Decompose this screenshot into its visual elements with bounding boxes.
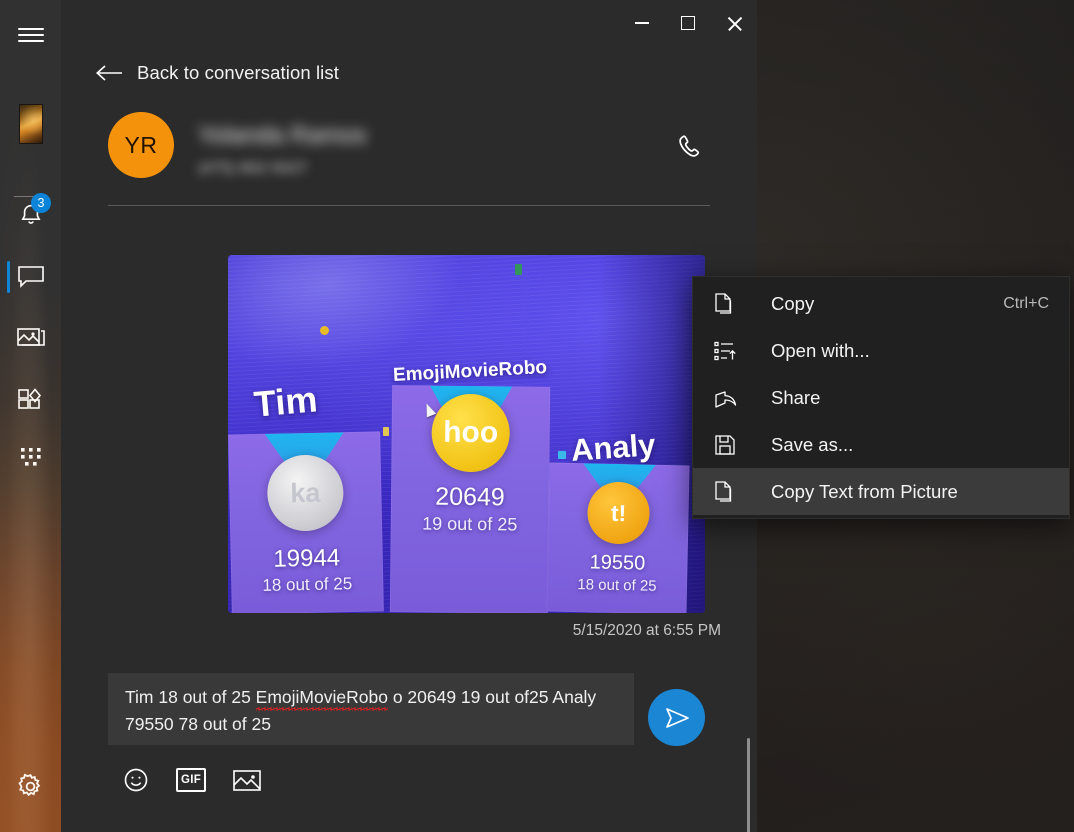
confetti-dot: [515, 264, 522, 275]
podium-score-3: 19550: [589, 551, 646, 575]
scrollbar-thumb[interactable]: [747, 738, 750, 832]
context-menu-label: Copy: [771, 292, 815, 314]
phone-icon: [675, 132, 705, 162]
confetti-dot: [558, 451, 566, 459]
sidebar-item-photos[interactable]: [0, 308, 61, 366]
sidebar-item-apps[interactable]: [0, 368, 61, 426]
sidebar-item-settings[interactable]: [0, 756, 61, 816]
sidebar-item-notifications[interactable]: 3: [0, 186, 61, 244]
back-label: Back to conversation list: [137, 62, 339, 83]
gif-icon[interactable]: GIF: [176, 768, 206, 792]
podium-subscore-3: 18 out of 25: [577, 576, 657, 595]
hamburger-menu-button[interactable]: [0, 8, 61, 60]
notifications-badge: 3: [31, 193, 51, 213]
apps-icon: [16, 384, 46, 411]
photos-icon: [16, 324, 46, 350]
open-with-icon: [713, 339, 747, 363]
sidebar-item-calls[interactable]: [0, 428, 61, 486]
contact-phone-number: (475) 802-5027: [198, 160, 308, 177]
contact-header: YR Yolanda Ramos (475) 802-5027: [108, 112, 710, 190]
send-icon: [662, 704, 692, 732]
podium-name-1: Tim: [252, 378, 319, 425]
message-text-part1: Tim 18 out of 25: [125, 687, 256, 707]
arrow-left-icon: [95, 63, 123, 83]
attachment-photo-content: Tim ka 19944 18 out of 25 EmojiMovieRobo…: [228, 255, 705, 613]
image-icon[interactable]: [232, 767, 262, 793]
your-phone-window: 3 Back to conversation list YR Yolanda R…: [0, 0, 757, 832]
podium-1st-place: hoo 20649 19 out of 25: [389, 385, 551, 613]
podium-score-1: 19944: [273, 544, 341, 573]
account-avatar-thumbnail[interactable]: [19, 104, 43, 144]
context-menu-accelerator: Ctrl+C: [1003, 294, 1049, 312]
podium-score-2: 20649: [435, 482, 505, 512]
context-menu-item-save-as[interactable]: Save as...: [693, 421, 1069, 468]
message-input[interactable]: Tim 18 out of 25 EmojiMovieRobo o 20649 …: [108, 673, 634, 745]
emoji-icon[interactable]: [122, 766, 150, 794]
maximize-button[interactable]: [665, 0, 711, 46]
image-context-menu: Copy Ctrl+C Open with... Share Save as..…: [692, 276, 1070, 519]
chat-bubble-icon: [16, 264, 46, 290]
screen: 3 Back to conversation list YR Yolanda R…: [0, 0, 1074, 832]
back-to-conversation-list-button[interactable]: Back to conversation list: [95, 62, 339, 84]
copy-icon: [713, 292, 747, 316]
minimize-button[interactable]: [619, 0, 665, 46]
hamburger-icon: [17, 27, 44, 42]
share-icon: [713, 386, 747, 410]
misspelled-word: EmojiMovieRobo: [255, 687, 388, 707]
minimize-icon: [635, 22, 649, 24]
context-menu-label: Open with...: [771, 339, 870, 361]
podium-subscore-1: 18 out of 25: [262, 574, 353, 595]
composer-toolbar: GIF: [122, 766, 262, 794]
podium-subscore-2: 19 out of 25: [422, 513, 518, 535]
contact-name: Yolanda Ramos: [198, 122, 367, 149]
context-menu-item-open-with[interactable]: Open with...: [693, 327, 1069, 374]
message-attachment-image[interactable]: Tim ka 19944 18 out of 25 EmojiMovieRobo…: [228, 255, 705, 613]
avatar: YR: [108, 112, 174, 178]
caption-buttons: [619, 0, 757, 46]
maximize-icon: [681, 16, 695, 30]
save-icon: [713, 433, 747, 457]
message-thread: Tim ka 19944 18 out of 25 EmojiMovieRobo…: [61, 216, 757, 832]
avatar-initials: YR: [124, 131, 158, 158]
copy-text-icon: [713, 480, 747, 504]
send-button[interactable]: [648, 689, 705, 746]
confetti-dot: [383, 427, 389, 436]
context-menu-item-share[interactable]: Share: [693, 374, 1069, 421]
confetti-dot: [320, 326, 329, 335]
context-menu-label: Save as...: [771, 433, 854, 455]
context-menu-item-copy[interactable]: Copy Ctrl+C: [693, 280, 1069, 327]
header-divider: [108, 205, 710, 206]
close-icon: [727, 16, 742, 31]
navigation-rail: 3: [0, 0, 61, 832]
dialpad-icon: [18, 444, 44, 470]
medal-icon: t!: [586, 481, 651, 545]
close-button[interactable]: [711, 0, 757, 46]
message-timestamp: 5/15/2020 at 6:55 PM: [572, 622, 721, 639]
context-menu-label: Copy Text from Picture: [771, 480, 958, 502]
context-menu-label: Share: [771, 386, 821, 408]
medal-icon: ka: [266, 454, 345, 532]
call-button[interactable]: [670, 127, 710, 167]
context-menu-item-copy-text-from-picture[interactable]: Copy Text from Picture: [693, 468, 1069, 515]
podium-3rd-place: t! 19550 18 out of 25: [546, 462, 690, 613]
medal-icon: hoo: [431, 393, 511, 473]
podium-2nd-place: ka 19944 18 out of 25: [228, 431, 384, 613]
gear-icon: [16, 772, 45, 801]
selection-indicator: [7, 261, 10, 293]
sidebar-item-messages[interactable]: [0, 248, 61, 306]
title-bar: [61, 0, 757, 46]
message-input-text: Tim 18 out of 25 EmojiMovieRobo o 20649 …: [125, 684, 620, 738]
